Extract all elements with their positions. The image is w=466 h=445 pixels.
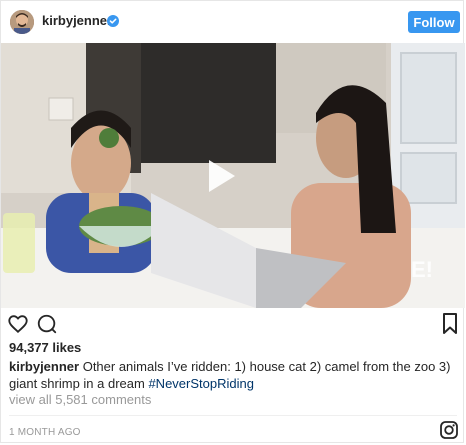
timestamp[interactable]: 1 MONTH AGO [9, 427, 81, 438]
username-link[interactable]: kirbyjenner [42, 13, 112, 28]
caption: kirbyjenner Other animals I’ve ridden: 1… [9, 358, 459, 392]
post-card: kirbyjenner Follow E! 94,377 likes kirby… [0, 0, 465, 444]
hashtag-link[interactable]: #NeverStopRiding [148, 376, 254, 391]
verified-badge-icon [107, 14, 119, 27]
comment-icon[interactable] [36, 313, 58, 340]
avatar[interactable] [10, 10, 34, 34]
heart-icon[interactable] [7, 313, 29, 340]
post-video[interactable]: E! [1, 43, 465, 308]
bookmark-icon[interactable] [442, 313, 458, 340]
action-bar [1, 309, 463, 339]
divider [9, 415, 457, 416]
follow-button[interactable]: Follow [408, 11, 460, 33]
like-count[interactable]: 94,377 likes [9, 340, 81, 355]
network-watermark: E! [411, 257, 433, 282]
post-header: kirbyjenner Follow [1, 1, 463, 43]
caption-username[interactable]: kirbyjenner [9, 359, 79, 374]
view-comments-link[interactable]: view all 5,581 comments [9, 392, 151, 407]
instagram-icon[interactable] [440, 421, 458, 444]
